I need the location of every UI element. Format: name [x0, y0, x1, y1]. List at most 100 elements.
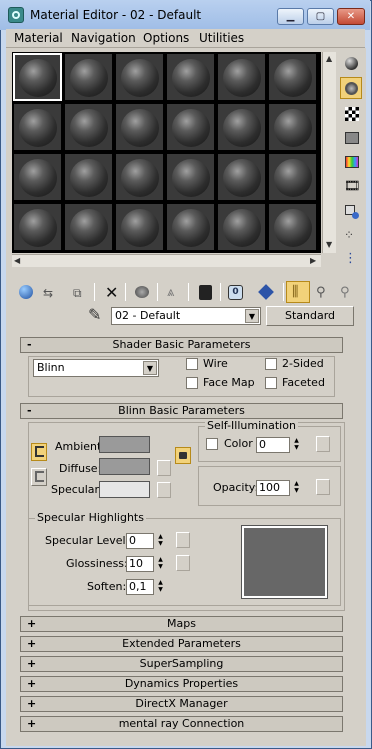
sample-slot[interactable] — [217, 53, 266, 101]
lock-ambient-diffuse-toggle[interactable] — [31, 443, 47, 461]
options-button[interactable] — [340, 200, 362, 222]
shader-type-combo[interactable]: Blinn ▼ — [33, 359, 159, 377]
sample-slot[interactable] — [166, 203, 215, 251]
go-forward-to-sibling-button[interactable]: ⚲ — [335, 281, 359, 303]
diffuse-map-button[interactable] — [157, 460, 171, 476]
diffuse-color-swatch[interactable] — [99, 458, 150, 475]
specular-level-input[interactable]: 0 — [126, 533, 154, 549]
show-end-result-button[interactable]: ⫼ — [286, 281, 310, 303]
reset-map-button[interactable]: ✕ — [99, 281, 123, 303]
sample-slot[interactable] — [268, 53, 317, 101]
rollout-collapsed[interactable]: + SuperSampling — [20, 656, 343, 672]
specular-color-swatch[interactable] — [99, 481, 150, 498]
maximize-button[interactable]: ▢ — [307, 8, 334, 25]
self-illum-value-input[interactable]: 0 — [256, 437, 290, 453]
opacity-spinner-arrows[interactable]: ▲ ▼ — [292, 480, 301, 496]
self-illum-color-checkbox[interactable] — [206, 438, 218, 450]
soften-input[interactable]: 0,1 — [126, 579, 154, 595]
sample-slot[interactable] — [268, 103, 317, 151]
scroll-up-icon[interactable]: ▲ — [326, 54, 332, 63]
scroll-down-icon[interactable]: ▼ — [326, 240, 332, 249]
self-illum-map-button[interactable] — [316, 436, 330, 452]
sample-slot[interactable] — [115, 203, 164, 251]
sample-slot[interactable] — [268, 203, 317, 251]
glossiness-map-button[interactable] — [176, 555, 190, 571]
sample-slot[interactable] — [115, 153, 164, 201]
pick-material-icon[interactable]: ✎ — [88, 305, 101, 324]
material-type-button[interactable]: Standard — [266, 306, 354, 326]
rollout-collapsed[interactable]: + Dynamics Properties — [20, 676, 343, 692]
material-name-combo[interactable]: 02 - Default ▼ — [111, 307, 261, 325]
sample-slot[interactable] — [115, 53, 164, 101]
ambient-color-swatch[interactable] — [99, 436, 150, 453]
put-to-library-button[interactable]: ⩓ — [161, 281, 185, 303]
rollout-shader-basic[interactable]: - Shader Basic Parameters — [20, 337, 343, 353]
sample-slot[interactable] — [115, 103, 164, 151]
backlight-button[interactable] — [340, 77, 362, 99]
scroll-left-icon[interactable]: ◀ — [14, 256, 20, 265]
opacity-map-button[interactable] — [316, 479, 330, 495]
lock-maps-toggle[interactable] — [175, 447, 191, 464]
rollout-blinn-basic[interactable]: - Blinn Basic Parameters — [20, 403, 343, 419]
close-button[interactable]: ✕ — [337, 8, 365, 25]
sample-type-button[interactable] — [340, 52, 362, 74]
rollout-collapsed[interactable]: + DirectX Manager — [20, 696, 343, 712]
make-preview-button[interactable]: 🎞 — [340, 175, 362, 197]
sample-slot[interactable] — [64, 103, 113, 151]
menu-options[interactable]: Options — [143, 31, 189, 45]
glossiness-input[interactable]: 10 — [126, 556, 154, 572]
go-to-parent-button[interactable]: ⚲ — [311, 281, 335, 303]
get-material-button[interactable] — [14, 281, 38, 303]
material-effects-channel-button[interactable] — [193, 281, 217, 303]
sample-slot[interactable] — [13, 103, 62, 151]
horizontal-scrollbar[interactable]: ◀ ▶ — [12, 254, 321, 267]
scroll-right-icon[interactable]: ▶ — [310, 256, 316, 265]
lock-diffuse-specular-toggle[interactable] — [31, 468, 47, 486]
face-map-checkbox[interactable] — [186, 377, 198, 389]
faceted-checkbox[interactable] — [265, 377, 277, 389]
specular-level-map-button[interactable] — [176, 532, 190, 548]
dropdown-arrow-icon[interactable]: ▼ — [143, 361, 157, 375]
sample-slot[interactable] — [13, 153, 62, 201]
sample-slot[interactable] — [217, 203, 266, 251]
show-map-in-viewport-button[interactable] — [254, 281, 278, 303]
vertical-scrollbar[interactable]: ▲ ▼ — [322, 52, 336, 253]
material-map-navigator-button[interactable]: ⋮ — [340, 248, 362, 270]
rollout-collapse-sign: - — [27, 404, 32, 417]
sample-slot[interactable] — [166, 103, 215, 151]
sample-slot[interactable] — [13, 53, 62, 101]
sample-slot[interactable] — [268, 153, 317, 201]
minimize-button[interactable]: ▁ — [277, 8, 304, 25]
dropdown-arrow-icon[interactable]: ▼ — [245, 309, 259, 323]
make-unique-button[interactable] — [130, 281, 154, 303]
material-id-channel-button[interactable]: 0 — [224, 281, 248, 303]
menu-utilities[interactable]: Utilities — [199, 31, 244, 45]
sample-slot[interactable] — [166, 53, 215, 101]
video-color-check-button[interactable] — [340, 150, 362, 172]
sample-slot[interactable] — [64, 203, 113, 251]
sample-slot[interactable] — [13, 203, 62, 251]
sample-slot[interactable] — [64, 153, 113, 201]
rollout-collapsed[interactable]: + Maps — [20, 616, 343, 632]
sample-slot[interactable] — [217, 103, 266, 151]
glossiness-spinner-arrows[interactable]: ▲ ▼ — [156, 556, 165, 572]
two-sided-checkbox[interactable] — [265, 358, 277, 370]
opacity-value-input[interactable]: 100 — [256, 480, 290, 496]
sample-slot[interactable] — [64, 53, 113, 101]
put-to-scene-button[interactable]: ⇆ — [38, 281, 62, 303]
menu-navigation[interactable]: Navigation — [71, 31, 136, 45]
rollout-collapsed[interactable]: + mental ray Connection — [20, 716, 343, 732]
uv-tiling-button[interactable] — [340, 126, 362, 148]
rollout-collapsed[interactable]: + Extended Parameters — [20, 636, 343, 652]
wire-checkbox[interactable] — [186, 358, 198, 370]
sample-slot[interactable] — [217, 153, 266, 201]
soften-spinner-arrows[interactable]: ▲ ▼ — [156, 579, 165, 595]
menu-material[interactable]: Material — [14, 31, 63, 45]
assign-to-selection-button[interactable]: ⧉ — [68, 281, 92, 303]
specular-level-spinner-arrows[interactable]: ▲ ▼ — [156, 533, 165, 549]
specular-map-button[interactable] — [157, 482, 171, 498]
select-by-material-button[interactable]: ⁘ — [340, 224, 362, 246]
background-button[interactable] — [340, 102, 362, 124]
self-illum-spinner-arrows[interactable]: ▲ ▼ — [292, 437, 301, 453]
sample-slot[interactable] — [166, 153, 215, 201]
